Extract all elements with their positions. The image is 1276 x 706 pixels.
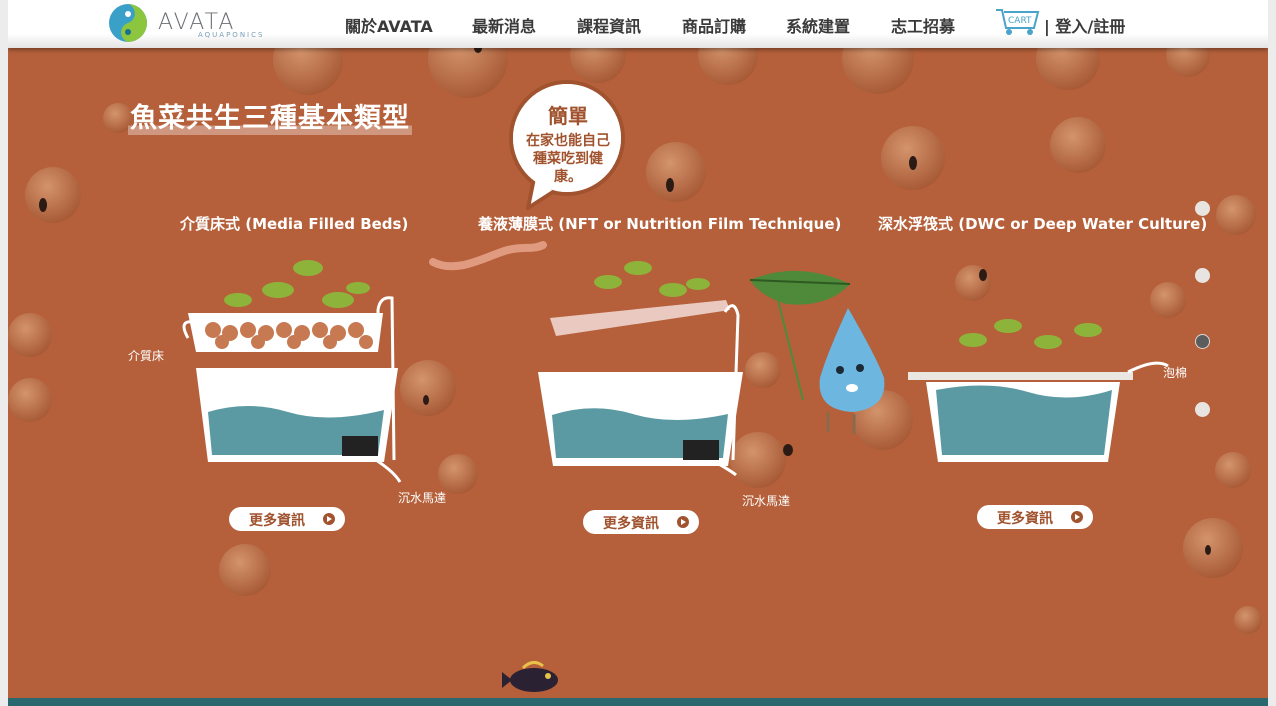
more-info-button-nft[interactable]: 更多資訊 <box>583 510 699 534</box>
page-frame: AVATA AQUAPONICS 關於AVATA 最新消息 課程資訊 商品訂購 … <box>8 0 1268 706</box>
pager-dot-2[interactable] <box>1195 268 1210 283</box>
more-info-label: 更多資訊 <box>603 516 659 532</box>
avata-logo-icon[interactable] <box>108 3 148 43</box>
play-icon <box>323 513 335 525</box>
more-info-label: 更多資訊 <box>249 513 305 529</box>
pump-label-1: 沉水馬達 <box>398 491 447 505</box>
nav-about[interactable]: 關於AVATA <box>345 13 433 37</box>
pager-dot-1[interactable] <box>1195 201 1210 216</box>
login-register-link[interactable]: | 登入/註冊 <box>1044 13 1125 37</box>
more-info-label: 更多資訊 <box>997 511 1053 527</box>
nav-courses[interactable]: 課程資訊 <box>577 13 641 37</box>
nav-products[interactable]: 商品訂購 <box>682 13 746 37</box>
type-title-dwc: 深水浮筏式 (DWC or Deep Water Culture) <box>878 215 1208 233</box>
more-info-button-dwc[interactable]: 更多資訊 <box>977 505 1093 529</box>
bubble-text: 在家也能自己種菜吃到健康。 <box>526 133 610 185</box>
type-title-nft: 養液薄膜式 (NFT or Nutrition Film Technique) <box>478 215 842 233</box>
page-title: 魚菜共生三種基本類型 <box>128 96 412 135</box>
brand-subtitle: AQUAPONICS <box>198 31 265 39</box>
site-header: AVATA AQUAPONICS 關於AVATA 最新消息 課程資訊 商品訂購 … <box>8 0 1268 48</box>
bubble-title: 簡單 <box>548 104 588 128</box>
play-icon <box>1071 511 1083 523</box>
pump-label-2: 沉水馬達 <box>742 494 791 508</box>
nav-system-build[interactable]: 系統建置 <box>786 13 850 37</box>
cart-label: CART <box>1008 16 1032 26</box>
nav-volunteers[interactable]: 志工招募 <box>891 13 955 37</box>
media-bed-label: 介質床 <box>128 349 165 363</box>
foam-label: 泡棉 <box>1163 366 1188 380</box>
more-info-button-media-bed[interactable]: 更多資訊 <box>229 507 345 531</box>
type-title-media-bed: 介質床式 (Media Filled Beds) <box>180 215 409 233</box>
cart-button[interactable]: CART <box>994 6 1042 36</box>
nav-news[interactable]: 最新消息 <box>472 13 536 37</box>
play-icon <box>677 516 689 528</box>
pager-dot-4[interactable] <box>1195 402 1210 417</box>
cart-icon: CART <box>996 9 1040 35</box>
pager-dot-3[interactable] <box>1195 334 1210 349</box>
